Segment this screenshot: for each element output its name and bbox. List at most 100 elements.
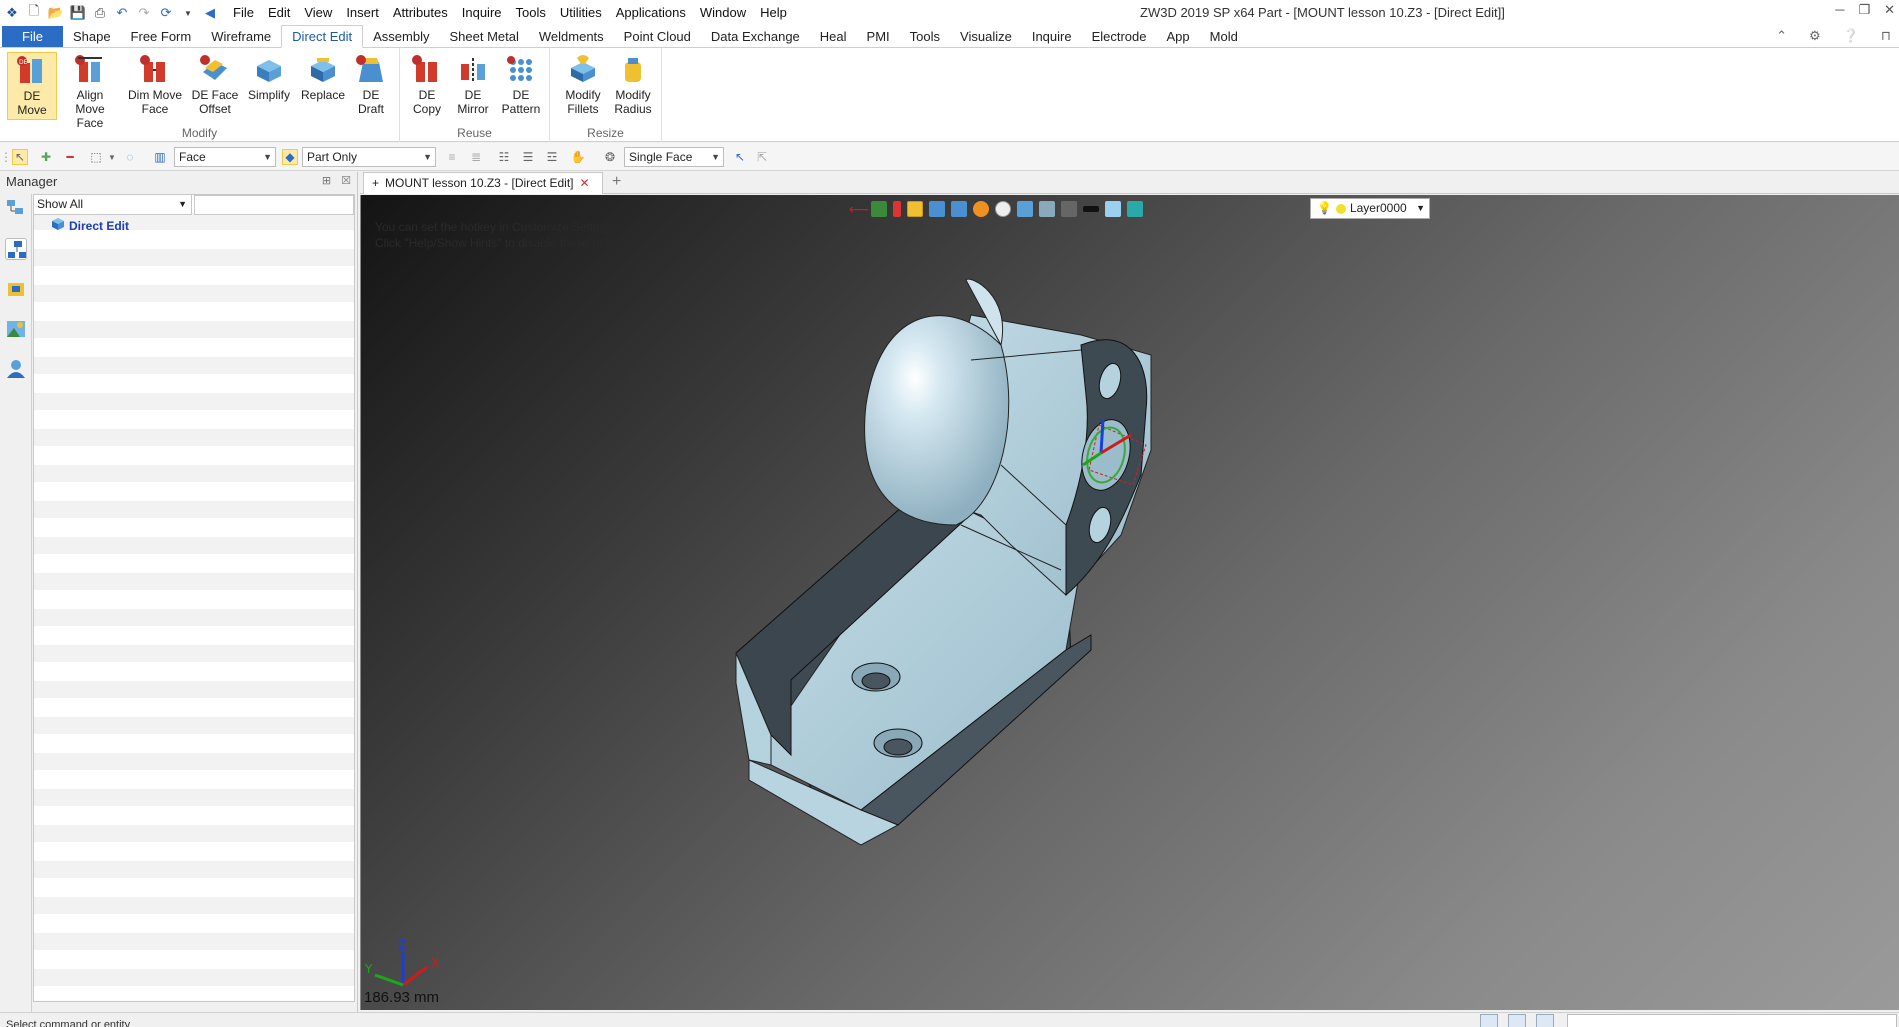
tab-shape[interactable]: Shape bbox=[63, 26, 121, 47]
user-role-icon[interactable] bbox=[5, 358, 27, 380]
de-face-offset-button[interactable]: DE Face Offset bbox=[190, 52, 240, 116]
render-icon[interactable] bbox=[973, 201, 989, 217]
menu-edit[interactable]: Edit bbox=[261, 1, 297, 25]
tab-sheet-metal[interactable]: Sheet Metal bbox=[440, 26, 529, 47]
close-tab-icon[interactable]: ✕ bbox=[580, 173, 590, 194]
tab-direct-edit[interactable]: Direct Edit bbox=[281, 25, 364, 48]
status-view-3-icon[interactable] bbox=[1536, 1014, 1554, 1027]
select-tangent-icon[interactable]: ☲ bbox=[544, 149, 560, 165]
document-tab[interactable]: + MOUNT lesson 10.Z3 - [Direct Edit] ✕ bbox=[363, 172, 603, 194]
select-chain-icon[interactable]: ☰ bbox=[520, 149, 536, 165]
tab-wireframe[interactable]: Wireframe bbox=[201, 26, 281, 47]
view-cube-icon[interactable] bbox=[951, 201, 967, 217]
snap-icon[interactable] bbox=[871, 201, 887, 217]
remove-icon[interactable]: ━ bbox=[62, 149, 78, 165]
background-icon[interactable] bbox=[1105, 201, 1121, 217]
de-pattern-button[interactable]: DE Pattern bbox=[497, 52, 545, 116]
pick-mode-select[interactable]: Single Face ▼ bbox=[624, 147, 724, 167]
tab-assembly[interactable]: Assembly bbox=[363, 26, 439, 47]
menu-utilities[interactable]: Utilities bbox=[553, 1, 609, 25]
minimize-icon[interactable]: ─ bbox=[1835, 2, 1844, 18]
cursor-pick-icon[interactable]: ↖ bbox=[732, 149, 748, 165]
tab-app[interactable]: App bbox=[1157, 26, 1200, 47]
menu-window[interactable]: Window bbox=[693, 1, 753, 25]
menu-file[interactable]: File bbox=[226, 1, 261, 25]
image-view-icon[interactable] bbox=[5, 318, 27, 340]
restore-icon[interactable]: ❐ bbox=[1858, 2, 1870, 18]
tab-weldments[interactable]: Weldments bbox=[529, 26, 614, 47]
redo-icon[interactable]: ↷ bbox=[136, 5, 152, 21]
tab-inquire[interactable]: Inquire bbox=[1022, 26, 1082, 47]
pick-arrow-icon[interactable]: ↖ bbox=[12, 149, 28, 165]
cylinder-boss[interactable] bbox=[864, 315, 1010, 526]
zoom-icon[interactable] bbox=[995, 201, 1011, 217]
tab-tools[interactable]: Tools bbox=[900, 26, 950, 47]
fit-icon[interactable] bbox=[1017, 201, 1033, 217]
chevron-down-icon[interactable]: ▼ bbox=[104, 149, 120, 165]
tab-free-form[interactable]: Free Form bbox=[121, 26, 202, 47]
back-arrow-icon[interactable]: ⟵ bbox=[849, 201, 869, 217]
new-tab-icon[interactable]: + bbox=[612, 173, 621, 191]
menu-attributes[interactable]: Attributes bbox=[386, 1, 455, 25]
graphics-viewport[interactable]: Z X Y You can set the hotkey in Customiz… bbox=[360, 195, 1899, 1010]
select-similar-icon[interactable]: ☷ bbox=[496, 149, 512, 165]
simplify-button[interactable]: Simplify bbox=[244, 52, 294, 102]
command-input[interactable] bbox=[1567, 1014, 1897, 1027]
display-mode-icon[interactable] bbox=[929, 201, 945, 217]
modify-fillets-button[interactable]: Modify Fillets bbox=[558, 52, 608, 116]
menu-tools[interactable]: Tools bbox=[509, 1, 553, 25]
part-library-icon[interactable] bbox=[5, 278, 27, 300]
menu-insert[interactable]: Insert bbox=[339, 1, 386, 25]
filter-icon[interactable]: ▥ bbox=[152, 149, 168, 165]
face-pick-icon[interactable]: ❂ bbox=[602, 149, 618, 165]
lasso-icon[interactable]: ◌ bbox=[122, 149, 138, 165]
save-icon[interactable]: 💾 bbox=[70, 5, 86, 21]
align-move-face-button[interactable]: Align Move Face bbox=[62, 52, 118, 130]
de-copy-button[interactable]: DE Copy bbox=[403, 52, 451, 116]
help-icon[interactable]: ❔ bbox=[1843, 28, 1859, 44]
open-file-icon[interactable]: 📂 bbox=[48, 5, 64, 21]
back-arrow-icon[interactable]: ◀ bbox=[202, 5, 218, 21]
settings-gear-icon[interactable]: ⚙ bbox=[1809, 28, 1821, 44]
cursor-pick-2-icon[interactable]: ⇱ bbox=[754, 149, 770, 165]
add-icon[interactable]: ✚ bbox=[38, 149, 54, 165]
hand-icon[interactable]: ✋ bbox=[570, 149, 586, 165]
tab-visualize[interactable]: Visualize bbox=[950, 26, 1022, 47]
tab-point-cloud[interactable]: Point Cloud bbox=[614, 26, 701, 47]
menu-view[interactable]: View bbox=[297, 1, 339, 25]
undo-icon[interactable]: ↶ bbox=[114, 5, 130, 21]
collapse-ribbon-icon[interactable]: ⌃ bbox=[1776, 28, 1787, 44]
de-mirror-button[interactable]: DE Mirror bbox=[450, 52, 496, 116]
scope-select[interactable]: Part Only ▼ bbox=[302, 147, 436, 167]
print-icon[interactable]: ⎙ bbox=[92, 5, 108, 21]
close-icon[interactable]: ✕ bbox=[1884, 2, 1895, 18]
monitor-icon[interactable] bbox=[1061, 201, 1077, 217]
tab-heal[interactable]: Heal bbox=[810, 26, 857, 47]
pin-icon[interactable]: ⊓ bbox=[1881, 28, 1891, 44]
move-triad-z[interactable] bbox=[1099, 419, 1105, 454]
pin-icon[interactable]: ⊞ bbox=[322, 174, 331, 187]
section-icon[interactable] bbox=[1039, 201, 1055, 217]
eraser-icon[interactable] bbox=[893, 201, 901, 217]
de-move-button[interactable]: DE DE Move bbox=[7, 52, 57, 120]
chevron-down-icon[interactable]: ▼ bbox=[180, 5, 196, 21]
tab-pmi[interactable]: PMI bbox=[857, 26, 900, 47]
de-draft-button[interactable]: DE Draft bbox=[348, 52, 394, 116]
menu-applications[interactable]: Applications bbox=[609, 1, 693, 25]
part-scope-icon[interactable]: ◆ bbox=[282, 149, 298, 165]
menu-inquire[interactable]: Inquire bbox=[455, 1, 509, 25]
tree-display-filter[interactable]: Show All ▼ bbox=[34, 195, 192, 215]
pick-option-icon[interactable]: ≡ bbox=[444, 149, 460, 165]
line-style-icon[interactable] bbox=[1083, 206, 1099, 212]
tab-electrode[interactable]: Electrode bbox=[1082, 26, 1157, 47]
replace-button[interactable]: Replace bbox=[298, 52, 348, 102]
filter-type-select[interactable]: Face ▼ bbox=[174, 147, 276, 167]
tab-mold[interactable]: Mold bbox=[1200, 26, 1248, 47]
new-file-icon[interactable]: 🗋 bbox=[26, 3, 42, 21]
tab-data-exchange[interactable]: Data Exchange bbox=[701, 26, 810, 47]
assembly-tree-icon[interactable] bbox=[5, 238, 27, 260]
tree-item-direct-edit[interactable]: Direct Edit bbox=[51, 217, 129, 234]
layer-select[interactable]: 💡 Layer0000 ▼ bbox=[1310, 198, 1430, 219]
history-tree-icon[interactable] bbox=[5, 198, 27, 220]
status-view-2-icon[interactable] bbox=[1508, 1014, 1526, 1027]
